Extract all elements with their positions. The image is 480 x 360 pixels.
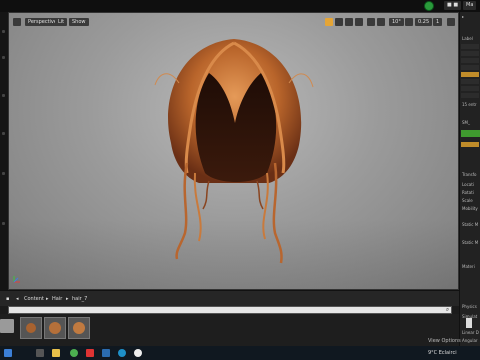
mobility-label: Mobility bbox=[462, 206, 478, 211]
strip-handle-icon[interactable] bbox=[2, 172, 5, 175]
outliner-row[interactable] bbox=[461, 79, 479, 84]
app-icon[interactable] bbox=[102, 349, 110, 357]
scrollbar-thumb[interactable] bbox=[466, 318, 472, 328]
outliner-row[interactable] bbox=[461, 44, 479, 49]
back-icon[interactable]: ◂ bbox=[16, 295, 19, 303]
left-toolbar-strip bbox=[0, 12, 8, 290]
outliner-row[interactable] bbox=[461, 58, 479, 63]
strip-handle-icon[interactable] bbox=[2, 222, 5, 225]
weather-status[interactable]: 9°C Eclairci bbox=[428, 349, 457, 357]
hair-mesh[interactable] bbox=[9, 13, 459, 290]
level-viewport[interactable]: Perspective Lit Show 10° 0.25 1 bbox=[8, 12, 459, 290]
asset-thumbnail[interactable] bbox=[20, 317, 42, 339]
entries-count: 15 entr bbox=[462, 102, 477, 107]
search-icon[interactable]: ⌕ bbox=[443, 306, 452, 314]
hair-thumbnail-icon bbox=[73, 322, 85, 334]
hair-strand bbox=[202, 180, 210, 210]
asset-thumbnail[interactable] bbox=[68, 317, 90, 339]
strip-handle-icon[interactable] bbox=[2, 132, 5, 135]
outliner-label: Label bbox=[462, 36, 473, 41]
play-status-icon[interactable] bbox=[424, 1, 434, 11]
outliner-row-selected[interactable] bbox=[461, 72, 479, 77]
chrome-icon[interactable] bbox=[70, 349, 78, 357]
asset-thumbnail[interactable] bbox=[44, 317, 66, 339]
folder-icon[interactable] bbox=[0, 319, 14, 333]
linear-damping-label: Linear D bbox=[462, 330, 479, 335]
hair-thumbnail-icon bbox=[49, 322, 61, 334]
editor-top-bar: ■ ■ Ma bbox=[0, 0, 480, 12]
save-icon[interactable]: ▪ bbox=[6, 295, 9, 303]
scale-label: Scale bbox=[462, 198, 473, 203]
windows-start-icon[interactable] bbox=[4, 349, 12, 357]
top-button-a[interactable]: ■ ■ bbox=[444, 1, 462, 10]
outliner-row[interactable] bbox=[461, 86, 479, 91]
materials-section[interactable]: Materi bbox=[462, 264, 475, 269]
location-label: Locati bbox=[462, 182, 474, 187]
breadcrumb-separator: ▸ bbox=[66, 296, 69, 302]
breadcrumb-hair[interactable]: Hair bbox=[52, 295, 62, 303]
component-row-selected[interactable] bbox=[461, 142, 479, 147]
opera-icon[interactable] bbox=[86, 349, 94, 357]
strip-handle-icon[interactable] bbox=[2, 94, 5, 97]
breadcrumb-separator: ▸ bbox=[46, 296, 49, 302]
outliner-row[interactable] bbox=[461, 51, 479, 56]
details-panel: ▸ Label 15 entr SM_ Transfo Locati Rotat… bbox=[459, 12, 480, 346]
axis-gizmo-icon bbox=[13, 276, 20, 283]
physics-section[interactable]: Physics bbox=[462, 304, 477, 309]
actor-name: SM_ bbox=[462, 120, 470, 125]
content-search-input[interactable] bbox=[8, 306, 452, 314]
file-explorer-icon[interactable] bbox=[52, 349, 60, 357]
transform-section[interactable]: Transfo bbox=[462, 172, 476, 177]
unreal-engine-icon[interactable] bbox=[134, 349, 142, 357]
view-options-button[interactable]: View Options bbox=[428, 338, 461, 344]
hair-thumbnail-icon bbox=[26, 323, 36, 333]
task-view-icon[interactable] bbox=[36, 349, 44, 357]
hair-strand bbox=[193, 172, 202, 242]
outliner-row[interactable] bbox=[461, 93, 479, 98]
add-component-button[interactable] bbox=[461, 130, 480, 137]
static-mesh-section[interactable]: Static M bbox=[462, 222, 478, 227]
strip-handle-icon[interactable] bbox=[2, 56, 5, 59]
hair-strand bbox=[175, 162, 189, 260]
top-button-b[interactable]: Ma bbox=[463, 1, 477, 10]
outliner-row[interactable] bbox=[461, 65, 479, 70]
app-icon[interactable] bbox=[118, 349, 126, 357]
rotation-label: Rotati bbox=[462, 190, 474, 195]
panel-tab[interactable]: ▸ bbox=[462, 14, 464, 19]
breadcrumb-content[interactable]: Content bbox=[24, 295, 44, 303]
strip-handle-icon[interactable] bbox=[2, 30, 5, 33]
angular-damping-label: Angular bbox=[462, 338, 478, 343]
static-mesh-label: Static M bbox=[462, 240, 479, 245]
content-browser-path-bar: ▪ ◂ Content ▸ Hair ▸ hair_7 bbox=[0, 290, 459, 306]
hair-strand bbox=[256, 180, 264, 210]
breadcrumb-hair7[interactable]: hair_7 bbox=[72, 295, 87, 303]
